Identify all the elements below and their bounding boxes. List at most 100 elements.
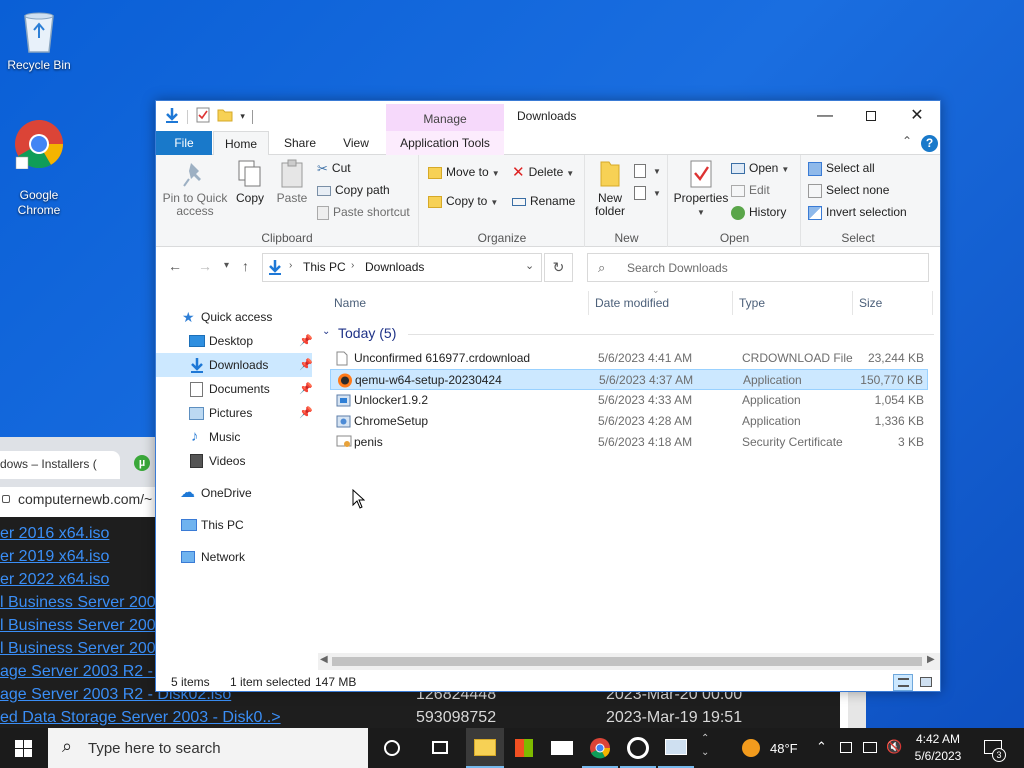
desktop-icon-recycle-bin[interactable]: Recycle Bin [1, 8, 77, 73]
copy-button[interactable]: Copy [232, 159, 268, 205]
cut-button[interactable]: ✂ Cut [317, 159, 351, 177]
nav-item-music[interactable]: ♪ Music [156, 425, 312, 449]
maximize-button[interactable] [848, 101, 894, 131]
file-link[interactable]: age Server 2003 R2 - I [0, 663, 162, 681]
file-link[interactable]: er 2016 x64.iso [0, 525, 109, 543]
collapse-chevron-icon[interactable]: ⌄ [322, 326, 330, 337]
help-icon[interactable]: ? [921, 135, 938, 152]
breadcrumb-downloads[interactable]: Downloads [365, 260, 424, 274]
nav-item-downloads[interactable]: Downloads 📌 [156, 353, 313, 377]
network-status-icon[interactable] [863, 742, 877, 753]
tab-file[interactable]: File [156, 131, 212, 155]
chevron-down-icon[interactable]: ▾ [240, 111, 245, 122]
table-row[interactable]: ChromeSetup 5/6/2023 4:28 AM Application… [330, 411, 928, 432]
column-header-name[interactable]: Name [334, 291, 366, 315]
edit-button[interactable]: Edit [731, 181, 770, 199]
taskbar-network-app[interactable] [658, 728, 694, 768]
move-to-button[interactable]: Move to ▼ [428, 163, 500, 181]
table-row[interactable]: qemu-w64-setup-20230424 5/6/2023 4:37 AM… [330, 369, 928, 390]
up-arrow-icon[interactable]: ↑ [242, 258, 249, 274]
delete-button[interactable]: ✕ Delete ▼ [512, 163, 574, 181]
select-none-button[interactable]: Select none [808, 181, 889, 199]
close-button[interactable]: ✕ [894, 101, 940, 131]
column-header-size[interactable]: Size [859, 291, 882, 315]
cortana-button[interactable] [376, 728, 408, 768]
search-input[interactable]: ⌕ Search Downloads [587, 253, 929, 282]
tab-application-tools[interactable]: Application Tools [386, 131, 504, 155]
table-row[interactable]: Unconfirmed 616977.crdownload 5/6/2023 4… [330, 348, 928, 369]
nav-item-videos[interactable]: Videos [156, 449, 312, 473]
history-button[interactable]: History [731, 203, 786, 221]
tab-home[interactable]: Home [213, 131, 269, 156]
refresh-button[interactable]: ↻ [544, 253, 573, 282]
table-row[interactable]: penis 5/6/2023 4:18 AM Security Certific… [330, 432, 928, 453]
file-link[interactable]: l Business Server 200 [0, 594, 156, 612]
browser-address-bar[interactable]: computernewb.com/~ [0, 487, 160, 515]
meet-now-icon[interactable] [840, 742, 852, 753]
copy-to-button[interactable]: Copy to ▼ [428, 192, 498, 210]
nav-item-this-pc[interactable]: This PC [156, 513, 312, 537]
taskbar-clock[interactable]: 4:42 AM 5/6/2023 [906, 731, 970, 765]
file-link[interactable]: l Business Server 200 [0, 640, 156, 658]
back-arrow-icon[interactable]: ← [168, 258, 182, 274]
rename-button[interactable]: Rename [512, 192, 575, 210]
browser-tab[interactable]: dows – Installers ( [0, 451, 120, 479]
breadcrumb-this-pc[interactable]: This PC [303, 260, 346, 274]
select-all-button[interactable]: Select all [808, 159, 875, 177]
table-row[interactable]: Unlocker1.9.2 5/6/2023 4:33 AM Applicati… [330, 390, 928, 411]
chevron-up-icon[interactable]: ⌃ [816, 739, 827, 755]
nav-item-pictures[interactable]: Pictures 📌 [156, 401, 313, 425]
taskbar-mail[interactable] [544, 728, 580, 768]
chevron-up-icon[interactable]: ⌃ ⌄ [701, 732, 709, 760]
open-button[interactable]: Open ▼ [731, 159, 789, 177]
nav-item-desktop[interactable]: Desktop 📌 [156, 329, 313, 353]
volume-muted-icon[interactable]: 🔇 [886, 739, 902, 755]
column-header-type[interactable]: Type [739, 291, 765, 315]
taskbar-media-app[interactable] [620, 728, 656, 768]
column-separator[interactable] [588, 291, 589, 315]
recent-locations-chevron-icon[interactable]: ▾ [224, 260, 229, 271]
nav-item-quick-access[interactable]: ★ Quick access [156, 305, 312, 329]
notifications-button[interactable]: 3 [976, 728, 1020, 768]
task-view-button[interactable] [424, 728, 456, 768]
properties-button[interactable]: Properties ▼ [673, 159, 729, 219]
invert-selection-button[interactable]: Invert selection [808, 203, 907, 221]
new-item-button[interactable]: ▼ [634, 161, 661, 179]
start-button[interactable] [0, 728, 48, 768]
tab-view[interactable]: View [330, 131, 382, 155]
file-link[interactable]: l Business Server 200 [0, 617, 156, 635]
properties-icon[interactable] [196, 107, 210, 126]
forward-arrow-icon[interactable]: → [198, 258, 212, 274]
chevron-right-icon[interactable]: ▶ [927, 654, 935, 665]
address-bar[interactable]: › This PC › Downloads ⌄ [262, 253, 542, 282]
taskbar-file-explorer[interactable] [466, 728, 504, 768]
file-link[interactable]: ed Data Storage Server 2003 - Disk0..> [0, 709, 281, 727]
file-link[interactable]: er 2022 x64.iso [0, 571, 109, 589]
new-folder-button[interactable]: New folder [590, 159, 630, 218]
taskbar-store[interactable] [506, 728, 542, 768]
chevron-left-icon[interactable]: ◀ [320, 654, 328, 665]
minimize-button[interactable]: — [802, 101, 848, 131]
scrollbar-thumb[interactable] [332, 657, 922, 666]
file-link[interactable]: er 2019 x64.iso [0, 548, 109, 566]
taskbar-search-input[interactable]: ⌕ Type here to search [48, 728, 368, 768]
column-separator[interactable] [732, 291, 733, 315]
new-folder-icon[interactable] [217, 108, 233, 125]
horizontal-scrollbar[interactable]: ◀ ▶ [318, 653, 940, 670]
desktop-icon-chrome[interactable]: Google Chrome [1, 104, 77, 218]
column-header-date[interactable]: Date modified [595, 291, 669, 315]
copy-path-button[interactable]: Copy path [317, 181, 390, 199]
details-view-button[interactable] [893, 674, 913, 691]
nav-item-documents[interactable]: Documents 📌 [156, 377, 313, 401]
group-header-today[interactable]: Today (5) [338, 325, 396, 341]
manage-context-tab[interactable]: Manage [386, 104, 504, 131]
chevron-up-icon[interactable]: ⌃ [902, 134, 912, 148]
column-separator[interactable] [932, 291, 933, 315]
taskbar-chrome[interactable] [582, 728, 618, 768]
chevron-down-icon[interactable]: ⌄ [525, 259, 534, 272]
paste-shortcut-button[interactable]: Paste shortcut [317, 203, 410, 221]
nav-item-onedrive[interactable]: ☁ OneDrive [156, 481, 312, 505]
tab-share[interactable]: Share [270, 131, 330, 155]
pin-to-quick-access-button[interactable]: Pin to Quick access [160, 159, 230, 218]
paste-button[interactable]: Paste [272, 159, 312, 205]
